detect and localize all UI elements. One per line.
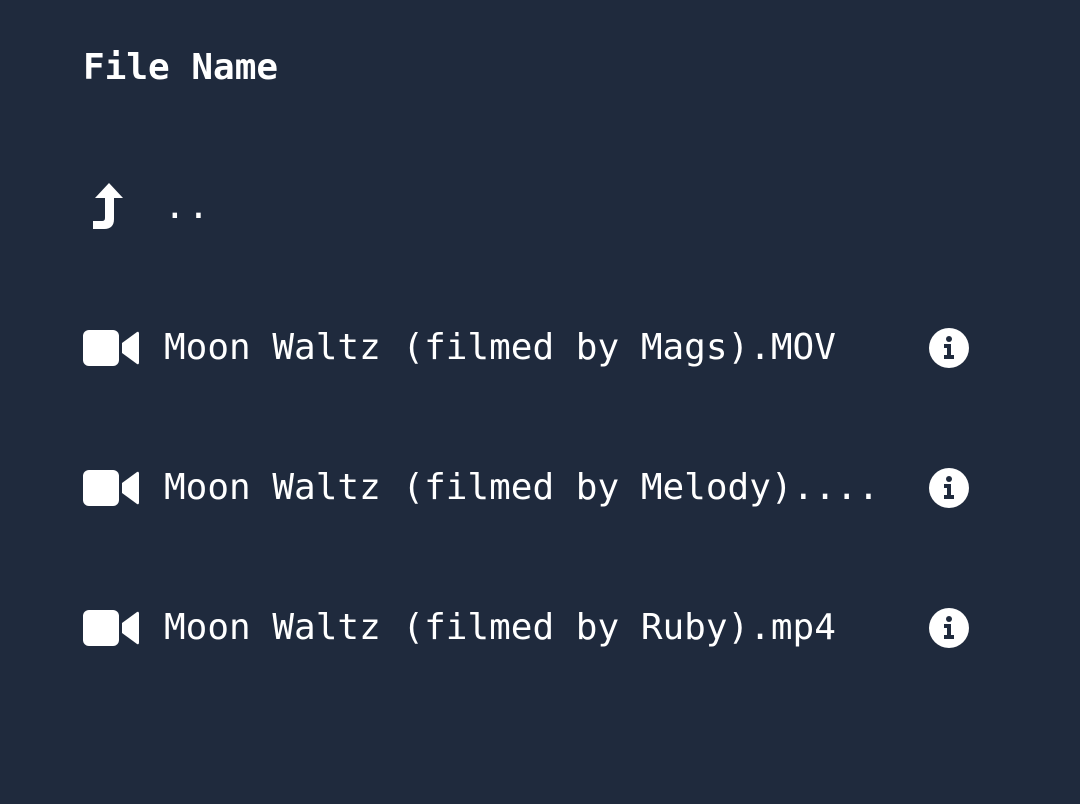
- file-name[interactable]: Moon Waltz (filmed by Mags).MOV: [164, 324, 906, 372]
- video-camera-icon: [83, 464, 139, 512]
- file-row[interactable]: Moon Waltz (filmed by Mags).MOV: [83, 324, 1003, 372]
- column-header-file-name: File Name: [83, 47, 279, 88]
- info-icon[interactable]: [929, 468, 969, 508]
- info-icon[interactable]: [929, 608, 969, 648]
- level-up-icon: [83, 183, 139, 231]
- parent-directory-label: ..: [164, 186, 212, 227]
- video-camera-icon: [83, 324, 139, 372]
- parent-directory-row[interactable]: ..: [83, 183, 1003, 231]
- file-list-panel: File Name .. Moon Waltz (filmed by Mags)…: [0, 0, 1080, 804]
- info-icon[interactable]: [929, 328, 969, 368]
- file-row[interactable]: Moon Waltz (filmed by Ruby).mp4: [83, 604, 1003, 652]
- file-row[interactable]: Moon Waltz (filmed by Melody)....: [83, 464, 1003, 512]
- file-name[interactable]: Moon Waltz (filmed by Ruby).mp4: [164, 604, 906, 652]
- video-camera-icon: [83, 604, 139, 652]
- file-name[interactable]: Moon Waltz (filmed by Melody)....: [164, 464, 906, 512]
